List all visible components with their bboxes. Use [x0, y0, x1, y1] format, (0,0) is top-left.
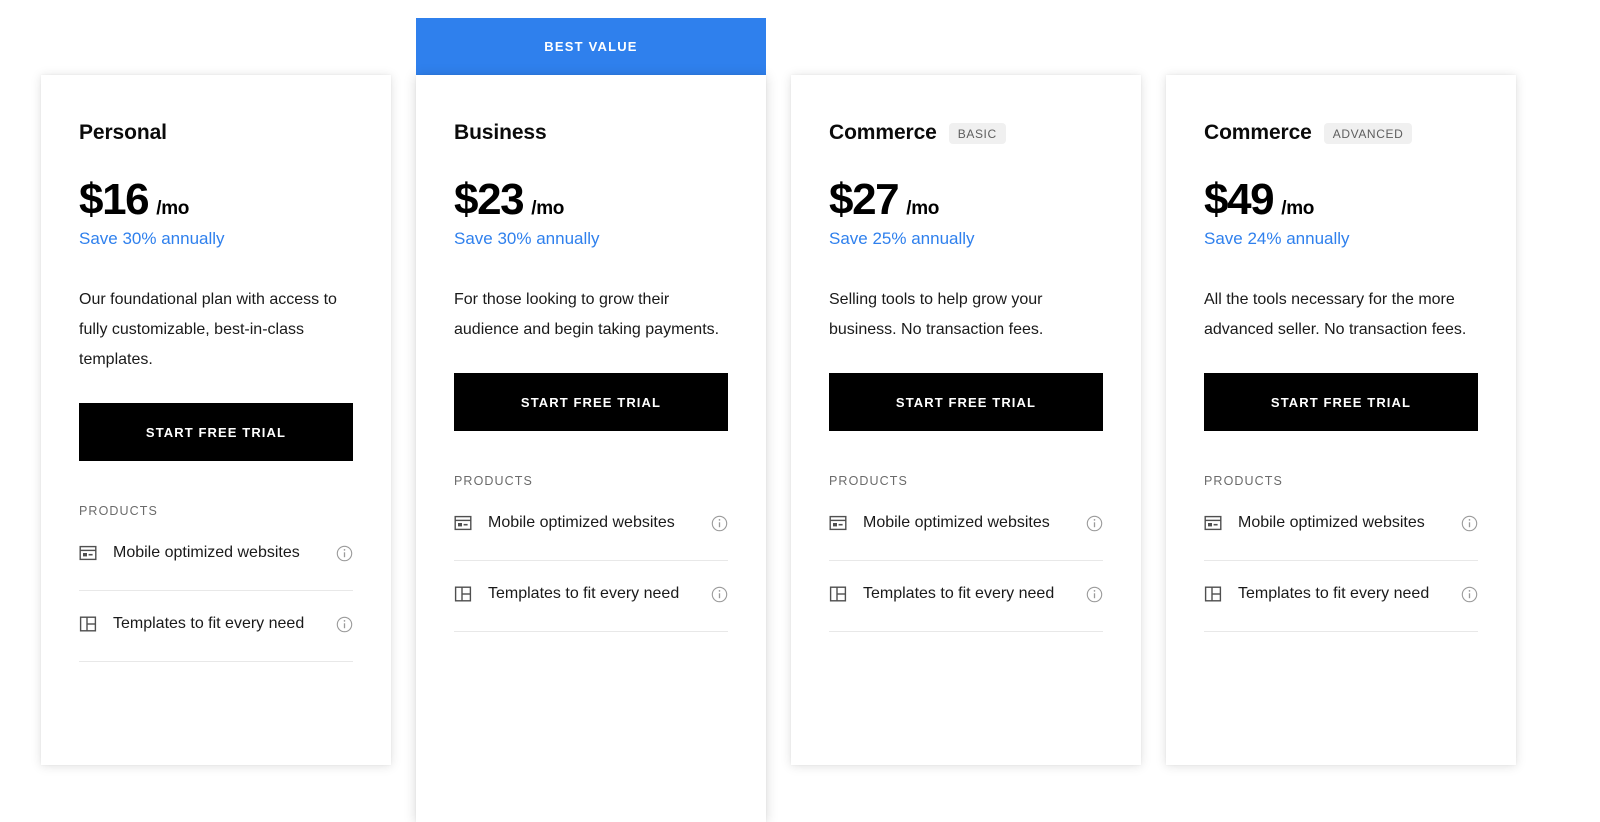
- templates-layout-icon: [1204, 585, 1222, 603]
- info-icon[interactable]: [1086, 515, 1103, 532]
- info-icon[interactable]: [711, 515, 728, 532]
- products-section-label: PRODUCTS: [454, 474, 533, 488]
- feature-row: Mobile optimized websites: [454, 510, 728, 561]
- plan-price-amount: $49: [1204, 175, 1275, 224]
- annual-savings-link[interactable]: Save 24% annually: [1204, 226, 1478, 252]
- mobile-optimized-websites-icon: [829, 514, 847, 532]
- feature-label: Mobile optimized websites: [488, 514, 675, 531]
- info-icon[interactable]: [336, 545, 353, 562]
- plan-price-amount: $27: [829, 175, 900, 224]
- feature-label: Templates to fit every need: [1238, 585, 1430, 602]
- products-section-label: PRODUCTS: [829, 474, 908, 488]
- mobile-optimized-websites-icon: [1204, 514, 1222, 532]
- plan-tier-badge: BASIC: [948, 122, 1006, 144]
- pricing-cards-row: Personal $16 /mo Save 30% annually Our f…: [41, 18, 1526, 822]
- pricing-card-commerce-advanced: Commerce ADVANCED $49 /mo Save 24% annua…: [1166, 18, 1516, 765]
- templates-layout-icon: [79, 615, 97, 633]
- plan-price-period: /mo: [531, 198, 565, 219]
- plan-price-period: /mo: [1281, 198, 1315, 219]
- feature-label: Mobile optimized websites: [863, 514, 1050, 531]
- plan-card: Commerce ADVANCED $49 /mo Save 24% annua…: [1166, 75, 1516, 765]
- plan-card: Personal $16 /mo Save 30% annually Our f…: [41, 75, 391, 765]
- start-free-trial-button[interactable]: START FREE TRIAL: [454, 373, 728, 431]
- feature-row: Templates to fit every need: [829, 581, 1103, 632]
- plan-name: Personal: [79, 121, 167, 144]
- info-icon[interactable]: [711, 586, 728, 603]
- start-free-trial-button[interactable]: START FREE TRIAL: [829, 373, 1103, 431]
- plan-description: Our foundational plan with access to ful…: [79, 291, 337, 368]
- info-icon[interactable]: [336, 616, 353, 633]
- plan-description: For those looking to grow their audience…: [454, 291, 720, 338]
- pricing-page: Personal $16 /mo Save 30% annually Our f…: [0, 0, 1600, 822]
- feature-row: Mobile optimized websites: [79, 540, 353, 591]
- info-icon[interactable]: [1461, 515, 1478, 532]
- feature-label: Templates to fit every need: [863, 585, 1055, 602]
- pricing-card-business: BEST VALUE Business $23 /mo Save 30% ann…: [416, 18, 766, 822]
- plan-price-amount: $16: [79, 175, 150, 224]
- feature-row: Templates to fit every need: [1204, 581, 1478, 632]
- plan-price-line: $49 /mo: [1204, 178, 1478, 222]
- feature-list: Mobile optimized websites Templates to f…: [1204, 510, 1478, 632]
- feature-row: Templates to fit every need: [79, 611, 353, 662]
- info-icon[interactable]: [1086, 586, 1103, 603]
- feature-label: Templates to fit every need: [488, 585, 680, 602]
- plan-name: Commerce: [1204, 121, 1312, 144]
- start-free-trial-button[interactable]: START FREE TRIAL: [1204, 373, 1478, 431]
- feature-label: Templates to fit every need: [113, 615, 305, 632]
- plan-header: Commerce ADVANCED: [1204, 119, 1478, 147]
- plan-description: All the tools necessary for the more adv…: [1204, 291, 1467, 338]
- info-icon[interactable]: [1461, 586, 1478, 603]
- products-section-label: PRODUCTS: [79, 504, 158, 518]
- feature-row: Templates to fit every need: [454, 581, 728, 632]
- feature-list: Mobile optimized websites Templates to f…: [829, 510, 1103, 632]
- annual-savings-link[interactable]: Save 30% annually: [454, 226, 728, 252]
- plan-price-amount: $23: [454, 175, 525, 224]
- annual-savings-link[interactable]: Save 30% annually: [79, 226, 353, 252]
- plan-tier-badge: ADVANCED: [1323, 122, 1413, 144]
- feature-label: Mobile optimized websites: [113, 544, 300, 561]
- plan-price-line: $23 /mo: [454, 178, 728, 222]
- feature-list: Mobile optimized websites Templates to f…: [454, 510, 728, 632]
- plan-description: Selling tools to help grow your business…: [829, 291, 1044, 338]
- mobile-optimized-websites-icon: [79, 544, 97, 562]
- templates-layout-icon: [829, 585, 847, 603]
- templates-layout-icon: [454, 585, 472, 603]
- plan-card: Business $23 /mo Save 30% annually For t…: [416, 75, 766, 822]
- annual-savings-link[interactable]: Save 25% annually: [829, 226, 1103, 252]
- mobile-optimized-websites-icon: [454, 514, 472, 532]
- plan-header: Commerce BASIC: [829, 119, 1103, 147]
- plan-price-line: $27 /mo: [829, 178, 1103, 222]
- plan-header: Business: [454, 119, 728, 147]
- feature-row: Mobile optimized websites: [1204, 510, 1478, 561]
- pricing-card-personal: Personal $16 /mo Save 30% annually Our f…: [41, 18, 391, 765]
- plan-header: Personal: [79, 119, 353, 147]
- pricing-card-commerce-basic: Commerce BASIC $27 /mo Save 25% annually…: [791, 18, 1141, 765]
- plan-price-period: /mo: [906, 198, 940, 219]
- plan-price-period: /mo: [156, 198, 190, 219]
- start-free-trial-button[interactable]: START FREE TRIAL: [79, 403, 353, 461]
- products-section-label: PRODUCTS: [1204, 474, 1283, 488]
- plan-card: Commerce BASIC $27 /mo Save 25% annually…: [791, 75, 1141, 765]
- feature-label: Mobile optimized websites: [1238, 514, 1425, 531]
- plan-name: Commerce: [829, 121, 937, 144]
- plan-price-line: $16 /mo: [79, 178, 353, 222]
- plan-name: Business: [454, 121, 547, 144]
- feature-row: Mobile optimized websites: [829, 510, 1103, 561]
- best-value-banner: BEST VALUE: [416, 18, 766, 75]
- feature-list: Mobile optimized websites Templates to f…: [79, 540, 353, 662]
